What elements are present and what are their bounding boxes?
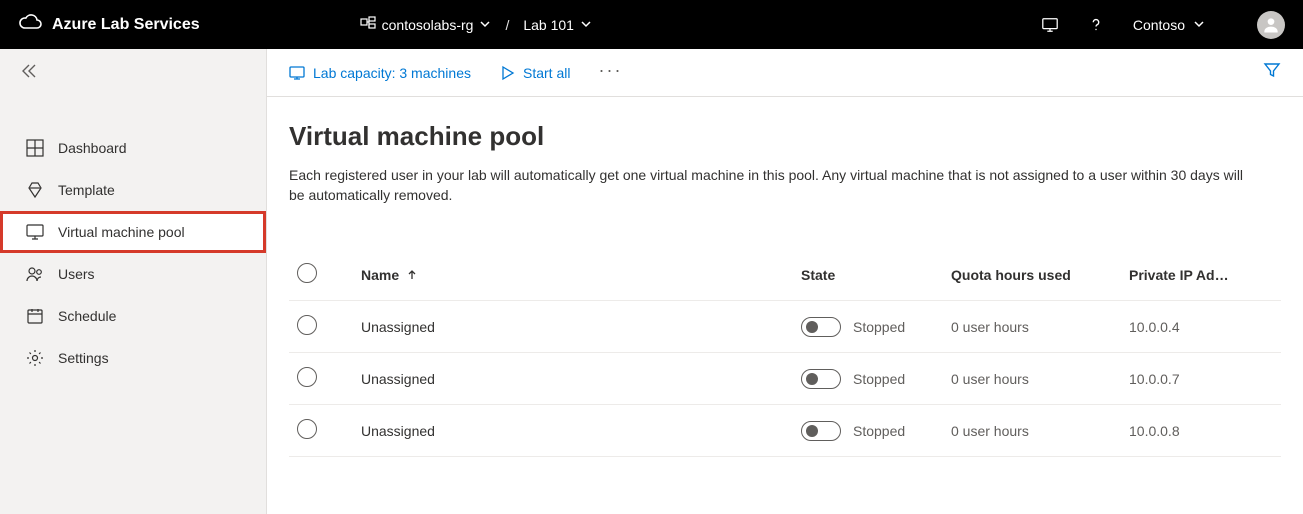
product-logo[interactable]: Azure Lab Services	[18, 10, 200, 39]
sidebar-item-template[interactable]: Template	[0, 169, 266, 211]
table-row[interactable]: Unassigned Stopped 0 user hours10.0.0.4	[289, 301, 1281, 353]
cell-state: Stopped	[793, 353, 943, 405]
sidebar: Dashboard Template Virtual machine pool …	[0, 49, 267, 514]
row-select-radio[interactable]	[297, 367, 317, 387]
lab-capacity-label: Lab capacity: 3 machines	[313, 65, 471, 81]
resource-group-icon	[360, 15, 376, 34]
page-header: Virtual machine pool Each registered use…	[267, 97, 1303, 205]
monitor-icon[interactable]	[1041, 16, 1059, 34]
column-header-name[interactable]: Name	[353, 249, 793, 301]
avatar[interactable]	[1257, 11, 1285, 39]
cell-state: Stopped	[793, 301, 943, 353]
column-header-quota[interactable]: Quota hours used	[943, 249, 1121, 301]
cell-name: Unassigned	[353, 353, 793, 405]
sidebar-item-label: Dashboard	[58, 140, 127, 156]
table-row[interactable]: Unassigned Stopped 0 user hours10.0.0.8	[289, 405, 1281, 457]
lab-capacity-button[interactable]: Lab capacity: 3 machines	[289, 65, 471, 81]
sidebar-item-dashboard[interactable]: Dashboard	[0, 127, 266, 169]
table-row[interactable]: Unassigned Stopped 0 user hours10.0.0.7	[289, 353, 1281, 405]
user-directory-dropdown[interactable]: Contoso	[1133, 17, 1205, 33]
sidebar-item-users[interactable]: Users	[0, 253, 266, 295]
azure-cloud-icon	[18, 10, 42, 39]
select-all-radio[interactable]	[297, 263, 317, 283]
breadcrumb-rg-label: contosolabs-rg	[382, 17, 474, 33]
help-icon[interactable]	[1087, 16, 1105, 34]
row-select-radio[interactable]	[297, 419, 317, 439]
cell-name: Unassigned	[353, 301, 793, 353]
top-bar: Azure Lab Services contosolabs-rg / Lab …	[0, 0, 1303, 49]
page-description: Each registered user in your lab will au…	[289, 166, 1249, 205]
column-header-state[interactable]: State	[793, 249, 943, 301]
sidebar-item-label: Schedule	[58, 308, 116, 324]
start-all-label: Start all	[523, 65, 570, 81]
power-toggle[interactable]	[801, 317, 841, 337]
chevron-down-icon	[1193, 17, 1205, 33]
power-toggle[interactable]	[801, 421, 841, 441]
start-all-button[interactable]: Start all	[499, 65, 570, 81]
breadcrumb-lab-label: Lab 101	[523, 17, 574, 33]
cell-name: Unassigned	[353, 405, 793, 457]
collapse-sidebar-button[interactable]	[18, 61, 38, 86]
command-bar: Lab capacity: 3 machines Start all ···	[267, 49, 1303, 97]
state-label: Stopped	[853, 423, 905, 439]
breadcrumb-separator: /	[501, 17, 513, 33]
sidebar-item-label: Settings	[58, 350, 109, 366]
sidebar-nav: Dashboard Template Virtual machine pool …	[0, 97, 266, 379]
sidebar-item-settings[interactable]: Settings	[0, 337, 266, 379]
power-toggle[interactable]	[801, 369, 841, 389]
sidebar-item-label: Users	[58, 266, 95, 282]
sidebar-item-schedule[interactable]: Schedule	[0, 295, 266, 337]
sort-ascending-icon	[403, 267, 417, 283]
user-directory-label: Contoso	[1133, 17, 1185, 33]
cell-ip: 10.0.0.7	[1121, 353, 1281, 405]
sidebar-item-label: Template	[58, 182, 115, 198]
cell-quota: 0 user hours	[943, 301, 1121, 353]
main-content: Lab capacity: 3 machines Start all ··· V…	[267, 49, 1303, 514]
page-title: Virtual machine pool	[289, 121, 1281, 152]
vm-table: Name State Quota hours used Private IP A…	[267, 249, 1303, 457]
top-breadcrumb: contosolabs-rg / Lab 101	[360, 15, 592, 34]
row-select-radio[interactable]	[297, 315, 317, 335]
column-header-ip[interactable]: Private IP Ad…	[1121, 249, 1281, 301]
cell-ip: 10.0.0.8	[1121, 405, 1281, 457]
more-actions-button[interactable]: ···	[598, 60, 622, 85]
breadcrumb-lab[interactable]: Lab 101	[523, 17, 592, 33]
state-label: Stopped	[853, 319, 905, 335]
product-name: Azure Lab Services	[52, 16, 200, 34]
cell-state: Stopped	[793, 405, 943, 457]
top-bar-right: Contoso	[1041, 11, 1285, 39]
cell-quota: 0 user hours	[943, 353, 1121, 405]
sidebar-item-vm-pool[interactable]: Virtual machine pool	[0, 211, 266, 253]
chevron-down-icon	[580, 17, 592, 33]
state-label: Stopped	[853, 371, 905, 387]
breadcrumb-resource-group[interactable]: contosolabs-rg	[360, 15, 492, 34]
filter-button[interactable]	[1263, 61, 1281, 84]
cell-quota: 0 user hours	[943, 405, 1121, 457]
sidebar-item-label: Virtual machine pool	[58, 224, 185, 240]
cell-ip: 10.0.0.4	[1121, 301, 1281, 353]
chevron-down-icon	[479, 17, 491, 33]
